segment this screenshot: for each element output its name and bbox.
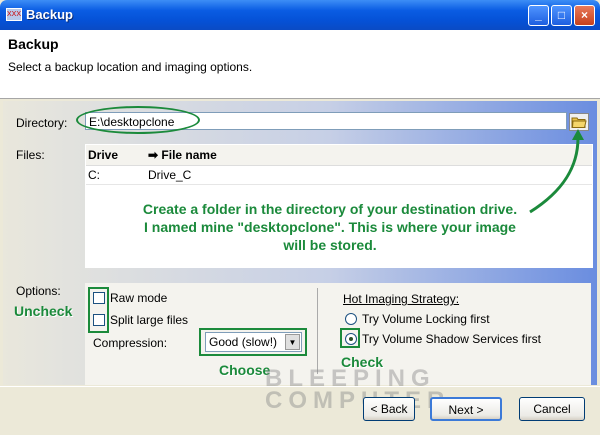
annotation-note: Create a folder in the directory of your… xyxy=(100,200,560,254)
annotation-uncheck: Uncheck xyxy=(14,303,73,319)
cancel-button[interactable]: Cancel xyxy=(519,397,585,421)
column-header-file-name-label: File name xyxy=(161,148,217,162)
table-row[interactable]: C: Drive_C xyxy=(86,166,592,185)
close-button[interactable]: × xyxy=(574,5,595,26)
minimize-button[interactable]: _ xyxy=(528,5,549,26)
window-title: Backup xyxy=(26,7,73,22)
note-line-1: Create a folder in the directory of your… xyxy=(142,201,518,217)
raw-mode-label[interactable]: Raw mode xyxy=(110,291,167,305)
files-label: Files: xyxy=(16,148,45,162)
app-icon: XXX xyxy=(6,8,22,21)
column-header-file-name[interactable]: ➡ File name xyxy=(148,145,217,165)
compression-highlight-box xyxy=(199,328,307,356)
options-divider xyxy=(317,288,318,374)
directory-highlight-ring xyxy=(76,106,200,134)
column-header-drive[interactable]: Drive xyxy=(86,145,148,165)
note-line-3: will be stored. xyxy=(283,237,377,253)
radio-highlight-box xyxy=(340,328,360,348)
files-table-header: Drive ➡ File name xyxy=(86,145,592,166)
folder-icon xyxy=(571,117,587,128)
watermark-logo: BLEEPING COMPUTER xyxy=(265,367,451,414)
hot-imaging-title: Hot Imaging Strategy: xyxy=(343,292,460,306)
sort-arrow-icon: ➡ xyxy=(148,148,159,162)
cell-drive: C: xyxy=(88,168,100,182)
volume-locking-label[interactable]: Try Volume Locking first xyxy=(362,312,490,326)
cell-file-name: Drive_C xyxy=(148,168,192,182)
page-title: Backup xyxy=(8,36,59,52)
back-button[interactable]: < Back xyxy=(363,397,415,421)
volume-shadow-label[interactable]: Try Volume Shadow Services first xyxy=(362,332,541,346)
wizard-header: Backup Select a backup location and imag… xyxy=(0,30,600,99)
directory-label: Directory: xyxy=(16,116,68,130)
options-highlight-box xyxy=(88,287,109,333)
page-subtitle: Select a backup location and imaging opt… xyxy=(8,60,253,74)
next-button[interactable]: Next > xyxy=(430,397,502,421)
options-label: Options: xyxy=(16,284,61,298)
note-line-2: I named mine "desktopclone". This is whe… xyxy=(144,219,516,235)
annotation-choose: Choose xyxy=(219,362,271,378)
browse-button[interactable] xyxy=(569,113,589,131)
volume-locking-radio[interactable] xyxy=(345,313,357,325)
compression-label: Compression: xyxy=(93,336,168,350)
watermark-line-2: COMPUTER xyxy=(265,387,451,414)
maximize-button[interactable]: □ xyxy=(551,5,572,26)
split-large-files-label[interactable]: Split large files xyxy=(110,313,188,327)
title-bar: XXX Backup _ □ × xyxy=(0,0,600,30)
